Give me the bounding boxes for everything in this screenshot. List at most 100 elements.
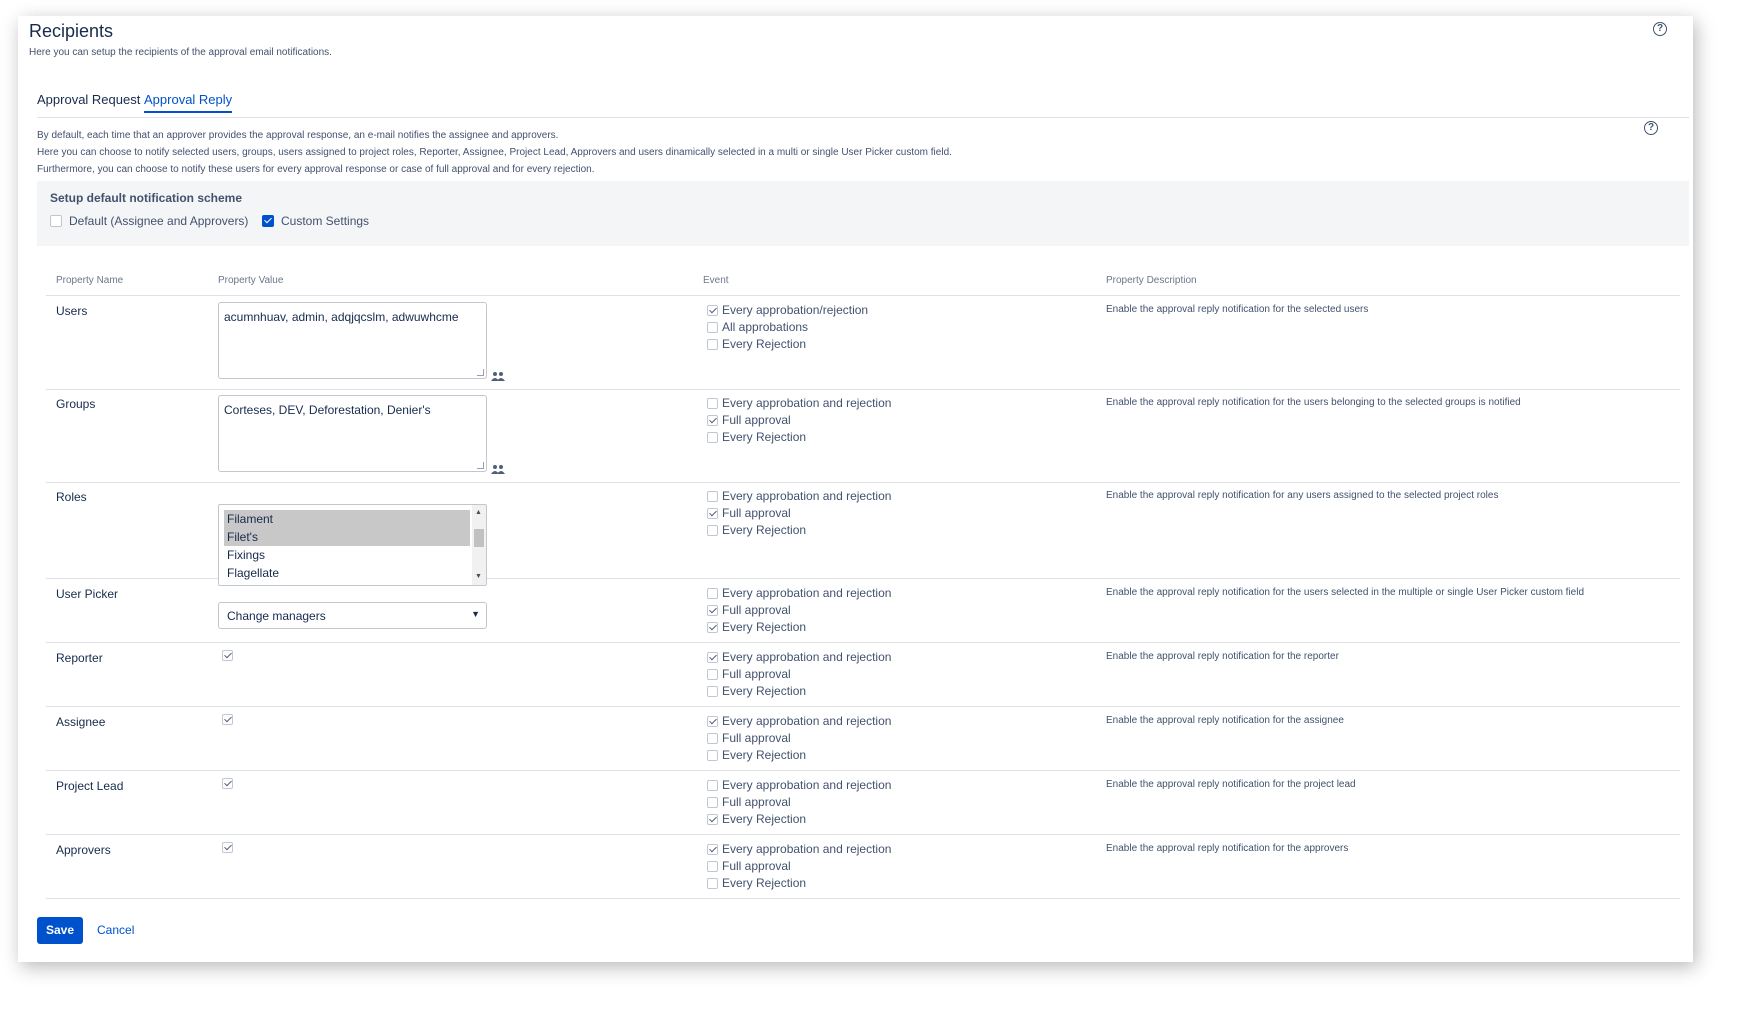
- event-checkbox[interactable]: [707, 587, 718, 599]
- default-scheme-label: Default (Assignee and Approvers): [69, 214, 249, 228]
- roles-option[interactable]: Flagellate: [224, 564, 470, 582]
- save-button[interactable]: Save: [37, 917, 83, 944]
- event-option[interactable]: Every Rejection: [707, 683, 806, 699]
- notification-scheme-box: Setup default notification scheme Defaul…: [37, 181, 1689, 246]
- event-option[interactable]: Every approbation and rejection: [707, 488, 891, 504]
- row-divider: [46, 389, 1680, 390]
- project-lead-checkbox[interactable]: [222, 778, 233, 789]
- event-label: Every approbation and rejection: [722, 842, 892, 856]
- event-option[interactable]: Full approval: [707, 858, 791, 874]
- event-option[interactable]: Every Rejection: [707, 619, 806, 635]
- default-scheme-checkbox[interactable]: [50, 215, 62, 227]
- event-option[interactable]: Full approval: [707, 412, 791, 428]
- scheme-option-custom[interactable]: Custom Settings: [262, 214, 369, 228]
- recipients-panel: Recipients Here you can setup the recipi…: [18, 16, 1693, 962]
- event-checkbox[interactable]: [707, 507, 718, 519]
- event-checkbox[interactable]: [707, 843, 718, 855]
- event-option[interactable]: Every approbation and rejection: [707, 713, 891, 729]
- event-option[interactable]: Every Rejection: [707, 336, 806, 352]
- event-checkbox[interactable]: [707, 715, 718, 727]
- event-checkbox[interactable]: [707, 651, 718, 663]
- custom-settings-checkbox[interactable]: [262, 215, 274, 227]
- row-name-project-lead: Project Lead: [56, 779, 124, 793]
- event-checkbox[interactable]: [707, 621, 718, 633]
- event-label: Full approval: [722, 731, 791, 745]
- event-option[interactable]: Every approbation and rejection: [707, 649, 891, 665]
- column-header-description: Property Description: [1106, 275, 1197, 286]
- user-picker-icon[interactable]: [491, 371, 506, 381]
- help-icon[interactable]: ?: [1644, 121, 1658, 135]
- event-option[interactable]: Every Rejection: [707, 522, 806, 538]
- event-option[interactable]: All approbations: [707, 319, 808, 335]
- scroll-up-icon[interactable]: ▲: [475, 509, 482, 517]
- event-checkbox[interactable]: [707, 604, 718, 616]
- group-picker-icon[interactable]: [491, 464, 506, 474]
- event-checkbox[interactable]: [707, 431, 718, 443]
- event-checkbox[interactable]: [707, 668, 718, 680]
- roles-option[interactable]: Fixings: [224, 546, 470, 564]
- row-divider: [46, 898, 1680, 899]
- event-option[interactable]: Every approbation and rejection: [707, 585, 891, 601]
- event-checkbox[interactable]: [707, 749, 718, 761]
- event-option[interactable]: Full approval: [707, 602, 791, 618]
- event-option[interactable]: Every approbation and rejection: [707, 777, 891, 793]
- scheme-option-default[interactable]: Default (Assignee and Approvers): [50, 214, 248, 228]
- event-checkbox[interactable]: [707, 304, 718, 316]
- users-value: acumnhuav, admin, adqjqcslm, adwuwhcme: [224, 310, 459, 324]
- event-option[interactable]: Every Rejection: [707, 811, 806, 827]
- reporter-checkbox[interactable]: [222, 650, 233, 661]
- help-icon[interactable]: ?: [1653, 22, 1667, 36]
- event-checkbox[interactable]: [707, 397, 718, 409]
- event-option[interactable]: Every Rejection: [707, 747, 806, 763]
- event-checkbox[interactable]: [707, 524, 718, 536]
- event-option[interactable]: Full approval: [707, 730, 791, 746]
- tab-approval-request[interactable]: Approval Request: [37, 92, 140, 111]
- event-checkbox[interactable]: [707, 414, 718, 426]
- resize-handle[interactable]: [477, 462, 484, 469]
- event-checkbox[interactable]: [707, 813, 718, 825]
- row-divider: [46, 482, 1680, 483]
- event-label: Every Rejection: [722, 430, 807, 444]
- event-checkbox[interactable]: [707, 732, 718, 744]
- cancel-link[interactable]: Cancel: [97, 923, 134, 937]
- assignee-checkbox[interactable]: [222, 714, 233, 725]
- event-checkbox[interactable]: [707, 779, 718, 791]
- event-checkbox[interactable]: [707, 321, 718, 333]
- row-divider: [46, 770, 1680, 771]
- event-option[interactable]: Every approbation and rejection: [707, 841, 891, 857]
- event-label: Every Rejection: [722, 748, 807, 762]
- listbox-scrollbar[interactable]: ▲ ▼: [472, 505, 486, 585]
- event-checkbox[interactable]: [707, 338, 718, 350]
- roles-listbox[interactable]: Filament Filet's Fixings Flagellate ▲ ▼: [218, 504, 487, 586]
- event-option[interactable]: Every approbation/rejection: [707, 302, 868, 318]
- intro-line: By default, each time that an approver p…: [37, 130, 559, 141]
- event-option[interactable]: Full approval: [707, 666, 791, 682]
- event-checkbox[interactable]: [707, 796, 718, 808]
- resize-handle[interactable]: [477, 369, 484, 376]
- event-option[interactable]: Full approval: [707, 794, 791, 810]
- scroll-thumb[interactable]: [474, 529, 484, 547]
- row-description: Enable the approval reply notification f…: [1106, 779, 1356, 790]
- groups-input[interactable]: Corteses, DEV, Deforestation, Denier's: [218, 395, 487, 472]
- roles-option[interactable]: Filet's: [224, 528, 470, 546]
- users-input[interactable]: acumnhuav, admin, adqjqcslm, adwuwhcme: [218, 302, 487, 379]
- event-option[interactable]: Every Rejection: [707, 429, 806, 445]
- user-picker-select[interactable]: Change managers ▼: [218, 602, 487, 629]
- row-name-users: Users: [56, 304, 88, 318]
- approvers-checkbox[interactable]: [222, 842, 233, 853]
- event-checkbox[interactable]: [707, 490, 718, 502]
- event-option[interactable]: Every approbation and rejection: [707, 395, 891, 411]
- event-checkbox[interactable]: [707, 685, 718, 697]
- event-checkbox[interactable]: [707, 860, 718, 872]
- event-option[interactable]: Every Rejection: [707, 875, 806, 891]
- event-option[interactable]: Full approval: [707, 505, 791, 521]
- roles-option[interactable]: Filament: [224, 510, 470, 528]
- row-description: Enable the approval reply notification f…: [1106, 587, 1585, 598]
- event-label: Full approval: [722, 603, 791, 617]
- event-label: Every Rejection: [722, 812, 807, 826]
- event-checkbox[interactable]: [707, 877, 718, 889]
- scroll-down-icon[interactable]: ▼: [475, 573, 482, 581]
- tab-approval-reply[interactable]: Approval Reply: [144, 92, 233, 113]
- event-label: All approbations: [722, 320, 809, 334]
- row-name-user-picker: User Picker: [56, 587, 119, 601]
